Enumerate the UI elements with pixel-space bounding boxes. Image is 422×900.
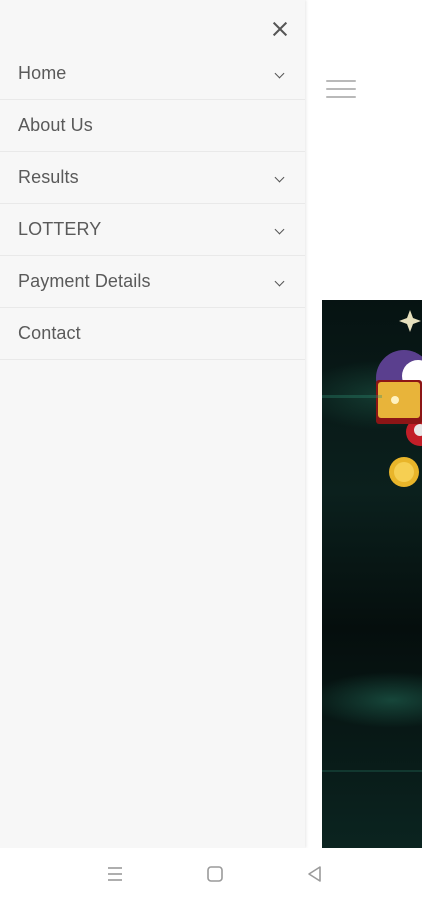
menu-item-about-us[interactable]: About Us	[0, 100, 305, 152]
close-icon[interactable]	[266, 15, 294, 43]
navigation-drawer: Home About Us Results LOTTERY Payment De…	[0, 0, 305, 848]
menu-item-home[interactable]: Home	[0, 48, 305, 100]
drawer-menu: Home About Us Results LOTTERY Payment De…	[0, 48, 305, 360]
back-icon[interactable]	[303, 862, 327, 886]
menu-item-payment-details[interactable]: Payment Details	[0, 256, 305, 308]
menu-item-label: Contact	[18, 323, 81, 343]
chevron-down-icon[interactable]	[274, 68, 285, 79]
home-icon[interactable]	[203, 862, 227, 886]
recent-apps-icon[interactable]	[103, 862, 127, 886]
chevron-down-icon[interactable]	[274, 224, 285, 235]
menu-item-label: Home	[18, 63, 67, 83]
menu-item-label: Results	[18, 167, 79, 187]
hamburger-icon[interactable]	[326, 78, 356, 100]
system-nav-bar	[0, 848, 422, 900]
chevron-down-icon[interactable]	[274, 172, 285, 183]
menu-item-label: About Us	[18, 115, 93, 135]
menu-item-label: LOTTERY	[18, 219, 102, 239]
hero-banner	[322, 300, 422, 848]
menu-item-results[interactable]: Results	[0, 152, 305, 204]
banner-artwork	[322, 310, 422, 772]
menu-item-contact[interactable]: Contact	[0, 308, 305, 360]
chevron-down-icon[interactable]	[274, 276, 285, 287]
screen: Home About Us Results LOTTERY Payment De…	[0, 0, 422, 900]
menu-item-lottery[interactable]: LOTTERY	[0, 204, 305, 256]
menu-item-label: Payment Details	[18, 271, 151, 291]
